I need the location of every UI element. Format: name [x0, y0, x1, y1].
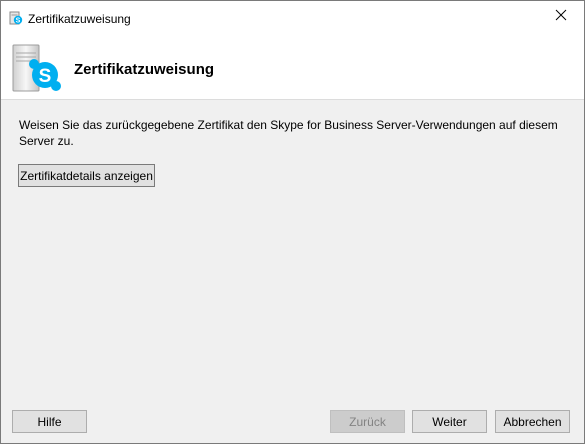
svg-text:S: S	[39, 66, 52, 87]
skype-app-icon: S	[9, 11, 23, 25]
wizard-header: S Zertifikatzuweisung	[1, 33, 584, 100]
instruction-text: Weisen Sie das zurückgegebene Zertifikat…	[19, 118, 558, 148]
svg-text:S: S	[16, 18, 21, 25]
close-button[interactable]	[538, 1, 584, 33]
title-bar[interactable]: S Zertifikatzuweisung	[1, 1, 584, 33]
close-icon	[555, 8, 567, 26]
page-title: Zertifikatzuweisung	[74, 61, 215, 78]
back-button: Zurück	[330, 410, 405, 433]
next-button[interactable]: Weiter	[412, 410, 487, 433]
skype-server-icon: S	[11, 43, 63, 95]
cancel-button[interactable]: Abbrechen	[495, 410, 570, 433]
view-certificate-details-button[interactable]: Zertifikatdetails anzeigen	[18, 164, 155, 187]
certificate-assignment-dialog: S Zertifikatzuweisung S Zertifikatzuweis…	[0, 0, 585, 444]
help-button[interactable]: Hilfe	[12, 410, 87, 433]
window-title: Zertifikatzuweisung	[28, 12, 131, 26]
